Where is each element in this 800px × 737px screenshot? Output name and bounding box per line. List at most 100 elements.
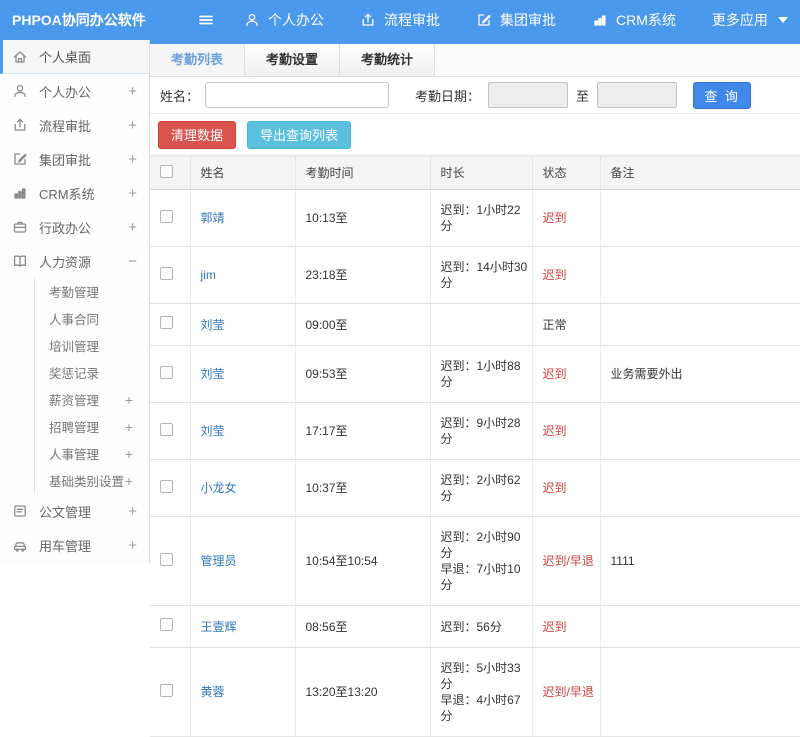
date-to-input[interactable] bbox=[597, 82, 677, 108]
name-filter-input[interactable] bbox=[205, 82, 389, 108]
sidebar-subitem-4[interactable]: 薪资管理+ bbox=[35, 386, 149, 413]
checkbox-cell bbox=[150, 517, 190, 606]
sidebar-item-label: 人力资源 bbox=[39, 252, 91, 271]
row-checkbox[interactable] bbox=[160, 366, 173, 379]
tab-2[interactable]: 考勤统计 bbox=[340, 44, 435, 76]
sidebar-subitem-2[interactable]: 培训管理 bbox=[35, 332, 149, 359]
sidebar-item-7[interactable]: 公文管理 + bbox=[0, 494, 149, 528]
chart-icon bbox=[12, 185, 29, 201]
checkbox-cell bbox=[150, 304, 190, 346]
expand-toggle-icon[interactable]: + bbox=[128, 219, 137, 236]
duration-cell: 迟到：1小时22分 bbox=[430, 190, 532, 247]
top-nav-label: CRM系统 bbox=[616, 10, 676, 30]
top-nav-item-3[interactable]: CRM系统 bbox=[592, 10, 676, 30]
employee-name-link[interactable]: 小龙女 bbox=[201, 481, 237, 495]
doc-icon bbox=[12, 503, 29, 519]
employee-name-link[interactable]: 郭靖 bbox=[201, 211, 225, 225]
time-cell: 23:18至 bbox=[295, 247, 430, 304]
status-cell: 迟到 bbox=[532, 190, 600, 247]
expand-toggle-icon[interactable]: − bbox=[128, 253, 137, 270]
employee-name-link[interactable]: 刘莹 bbox=[201, 424, 225, 438]
status-badge: 迟到 bbox=[543, 424, 567, 438]
row-checkbox[interactable] bbox=[160, 618, 173, 631]
row-checkbox[interactable] bbox=[160, 267, 173, 280]
duration-cell: 迟到：2小时90分早退：7小时10分 bbox=[430, 517, 532, 606]
query-button[interactable]: 查 询 bbox=[693, 82, 751, 109]
row-checkbox[interactable] bbox=[160, 423, 173, 436]
name-cell: 刘莹 bbox=[190, 304, 295, 346]
select-all-checkbox[interactable] bbox=[160, 165, 173, 178]
sidebar-item-5[interactable]: 行政办公+ bbox=[0, 210, 149, 244]
employee-name-link[interactable]: 刘莹 bbox=[201, 318, 225, 332]
clean-data-button[interactable]: 清理数据 bbox=[158, 121, 236, 149]
sidebar-item-label: 奖惩记录 bbox=[49, 363, 99, 382]
expand-toggle-icon[interactable]: + bbox=[128, 185, 137, 202]
row-checkbox[interactable] bbox=[160, 684, 173, 697]
sidebar-subitem-6[interactable]: 人事管理 + bbox=[35, 440, 149, 467]
sidebar-item-8[interactable]: 用车管理+ bbox=[0, 528, 149, 562]
status-badge: 迟到/早退 bbox=[543, 554, 594, 568]
sidebar-item-label: 人事管理 bbox=[49, 444, 99, 463]
sidebar-item-0[interactable]: 个人桌面 bbox=[0, 40, 149, 74]
expand-toggle-icon[interactable]: + bbox=[128, 83, 137, 100]
expand-toggle-icon[interactable]: + bbox=[128, 117, 137, 134]
name-filter-label: 姓名： bbox=[160, 86, 199, 105]
employee-name-link[interactable]: 王壹辉 bbox=[201, 620, 237, 634]
sidebar-item-3[interactable]: 集团审批 + bbox=[0, 142, 149, 176]
hamburger-menu-icon[interactable] bbox=[198, 12, 214, 28]
duration-line: 迟到：1小时88分 bbox=[441, 358, 528, 390]
employee-name-link[interactable]: 刘莹 bbox=[201, 367, 225, 381]
sidebar-item-1[interactable]: 个人办公+ bbox=[0, 74, 149, 108]
status-cell: 迟到 bbox=[532, 346, 600, 403]
status-cell: 正常 bbox=[532, 304, 600, 346]
time-cell: 09:00至 bbox=[295, 304, 430, 346]
duration-line: 迟到：2小时90分 bbox=[441, 529, 528, 561]
top-nav-item-0[interactable]: 个人办公 bbox=[244, 10, 324, 30]
row-checkbox[interactable] bbox=[160, 316, 173, 329]
sidebar-subitem-0[interactable]: 考勤管理 bbox=[35, 278, 149, 305]
export-list-button[interactable]: 导出查询列表 bbox=[247, 121, 351, 149]
employee-name-link[interactable]: jim bbox=[201, 268, 216, 282]
expand-toggle-icon[interactable]: + bbox=[128, 503, 137, 520]
top-nav-item-2[interactable]: 集团审批 bbox=[476, 10, 556, 30]
tab-0[interactable]: 考勤列表 bbox=[150, 44, 245, 76]
sidebar-subitem-5[interactable]: 招聘管理+ bbox=[35, 413, 149, 440]
row-checkbox[interactable] bbox=[160, 553, 173, 566]
sidebar-subitem-7[interactable]: 基础类别设置+ bbox=[35, 467, 149, 494]
expand-toggle-icon[interactable]: + bbox=[125, 446, 133, 462]
employee-name-link[interactable]: 黄蓉 bbox=[201, 685, 225, 699]
row-checkbox[interactable] bbox=[160, 480, 173, 493]
table-row: jim 23:18至迟到：14小时30分迟到 bbox=[150, 247, 800, 304]
checkbox-cell bbox=[150, 606, 190, 648]
remark-cell bbox=[600, 648, 800, 737]
name-cell: 小龙女 bbox=[190, 460, 295, 517]
employee-name-link[interactable]: 管理员 bbox=[201, 554, 237, 568]
date-from-input[interactable] bbox=[488, 82, 568, 108]
duration-cell: 迟到：1小时88分 bbox=[430, 346, 532, 403]
status-cell: 迟到 bbox=[532, 247, 600, 304]
sidebar-item-6[interactable]: 人力资源 − bbox=[0, 244, 149, 278]
sidebar-item-label: 公文管理 bbox=[39, 502, 91, 521]
briefcase-icon bbox=[12, 219, 29, 235]
table-actions: 清理数据 导出查询列表 bbox=[150, 114, 800, 155]
expand-toggle-icon[interactable]: + bbox=[125, 392, 133, 408]
duration-cell: 迟到：14小时30分 bbox=[430, 247, 532, 304]
expand-toggle-icon[interactable]: + bbox=[128, 537, 137, 554]
select-all-header bbox=[150, 156, 190, 190]
top-nav-item-4[interactable]: 更多应用 bbox=[712, 10, 788, 30]
checkbox-cell bbox=[150, 190, 190, 247]
checkbox-cell bbox=[150, 247, 190, 304]
sidebar-item-2[interactable]: 流程审批+ bbox=[0, 108, 149, 142]
expand-toggle-icon[interactable]: + bbox=[128, 151, 137, 168]
top-nav-item-1[interactable]: 流程审批 bbox=[360, 10, 440, 30]
expand-toggle-icon[interactable]: + bbox=[125, 473, 133, 489]
sidebar-item-label: 集团审批 bbox=[39, 150, 91, 169]
tab-1[interactable]: 考勤设置 bbox=[245, 44, 340, 76]
expand-toggle-icon[interactable]: + bbox=[125, 419, 133, 435]
sidebar-subitem-1[interactable]: 人事合同 bbox=[35, 305, 149, 332]
sidebar-subitem-3[interactable]: 奖惩记录 bbox=[35, 359, 149, 386]
row-checkbox[interactable] bbox=[160, 210, 173, 223]
time-cell: 17:17至 bbox=[295, 403, 430, 460]
sidebar-item-4[interactable]: CRM系统+ bbox=[0, 176, 149, 210]
name-cell: 黄蓉 bbox=[190, 648, 295, 737]
